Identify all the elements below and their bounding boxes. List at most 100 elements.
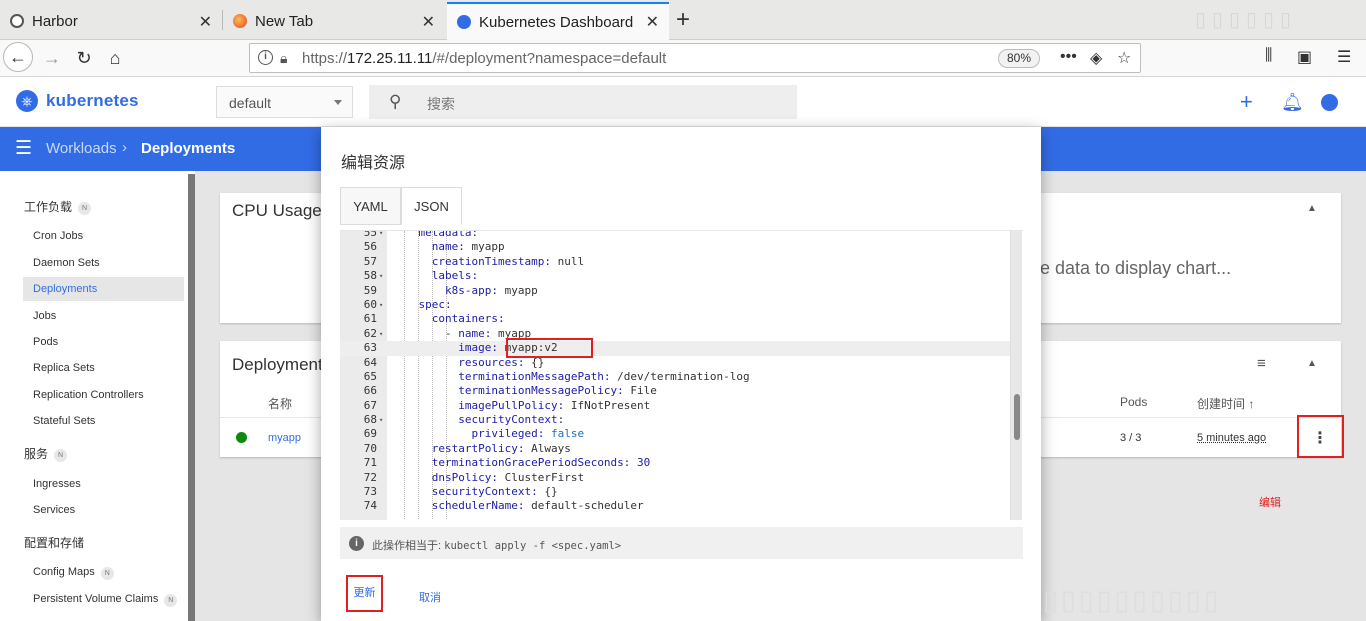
column-header-name[interactable]: 名称: [268, 395, 292, 412]
collapse-icon[interactable]: ▲: [1307, 358, 1317, 369]
sidebar-item-ingresses[interactable]: Ingresses: [33, 478, 81, 490]
code-line[interactable]: 67 imagePullPolicy: IfNotPresent: [340, 399, 1010, 413]
back-button[interactable]: ←: [3, 42, 33, 72]
deployment-created-time: 5 minutes ago: [1197, 432, 1267, 444]
harbor-favicon-icon: [10, 14, 24, 28]
more-actions-icon[interactable]: ⋮: [1312, 428, 1328, 448]
code-line[interactable]: 58 ▾ labels:: [340, 269, 1010, 283]
code-line[interactable]: 63 image: myapp:v2: [340, 341, 1010, 356]
sidebar-item-replication-controllers[interactable]: Replication Controllers: [33, 389, 144, 401]
tab-new-tab[interactable]: New Tab ✕: [223, 4, 445, 38]
filter-icon[interactable]: ≡: [1257, 355, 1266, 372]
sidebar-item-stateful-sets[interactable]: Stateful Sets: [33, 415, 95, 427]
line-code: privileged: false: [471, 427, 585, 441]
code-line[interactable]: 73 securityContext: {}: [340, 485, 1010, 499]
code-line[interactable]: 68 ▾ securityContext:: [340, 413, 1010, 427]
editor-scrollbar[interactable]: [1010, 231, 1022, 520]
brand-name: kubernetes: [46, 91, 139, 110]
code-line[interactable]: 64 resources: {}: [340, 356, 1010, 370]
fold-toggle-icon[interactable]: ▾: [379, 231, 383, 240]
sidebar-scrollbar[interactable]: [188, 174, 195, 621]
reload-button[interactable]: ↻: [70, 44, 98, 72]
code-line[interactable]: 62 ▾ - name: myapp: [340, 327, 1010, 341]
scrollbar-thumb[interactable]: [1014, 394, 1020, 440]
pocket-icon[interactable]: ◈: [1090, 48, 1102, 68]
sidebar-item-replica-sets[interactable]: Replica Sets: [33, 362, 95, 374]
code-line[interactable]: 66 terminationMessagePolicy: File: [340, 384, 1010, 398]
code-line[interactable]: 56 name: myapp: [340, 240, 1010, 254]
search-input[interactable]: ⚲ 搜索: [369, 85, 797, 119]
sidebar-toggle-icon[interactable]: ▣: [1297, 47, 1312, 67]
info-text: 此操作相当于: kubectl apply -f <spec.yaml>: [372, 540, 622, 552]
tab-yaml[interactable]: YAML: [340, 187, 401, 225]
address-bar[interactable]: i 🔒︎ https://172.25.11.11/#/deployment?n…: [249, 43, 1141, 73]
url-text[interactable]: https://172.25.11.11/#/deployment?namesp…: [302, 50, 666, 67]
line-code: name: myapp: [431, 240, 505, 254]
edit-annotation: 编辑: [1259, 497, 1281, 509]
tab-kubernetes-dashboard[interactable]: Kubernetes Dashboard ✕: [447, 2, 669, 40]
code-line[interactable]: 55 ▾ metadata:: [340, 230, 1010, 240]
sidebar-item-pods[interactable]: Pods: [33, 336, 58, 348]
code-line[interactable]: 71 terminationGracePeriodSeconds: 30: [340, 456, 1010, 470]
close-tab-icon[interactable]: ✕: [422, 12, 435, 32]
code-editor[interactable]: 55 ▾ metadata: 56 name: myapp 57 creationTi…: [340, 230, 1023, 520]
menu-icon[interactable]: ☰: [1337, 47, 1351, 67]
cpu-usage-title: CPU Usage: [232, 201, 322, 220]
fold-toggle-icon[interactable]: ▾: [379, 298, 383, 312]
insecure-lock-icon[interactable]: 🔒︎: [280, 50, 287, 67]
deployment-name-link[interactable]: myapp: [268, 432, 301, 444]
kubernetes-logo[interactable]: ⎈ kubernetes: [16, 90, 139, 112]
collapse-icon[interactable]: ▲: [1307, 203, 1317, 214]
code-line[interactable]: 72 dnsPolicy: ClusterFirst: [340, 471, 1010, 485]
line-number: 56: [363, 240, 377, 254]
code-line[interactable]: 69 privileged: false: [340, 427, 1010, 441]
code-line[interactable]: 57 creationTimestamp: null: [340, 255, 1010, 269]
fold-toggle-icon[interactable]: ▾: [379, 327, 383, 341]
sidebar-section-workloads[interactable]: 工作负载 N: [24, 198, 92, 215]
sidebar-item-config-maps[interactable]: Config Maps N: [33, 566, 114, 580]
tab-harbor[interactable]: Harbor ✕: [0, 4, 222, 38]
code-line[interactable]: 61 containers:: [340, 312, 1010, 326]
bookmark-star-icon[interactable]: ☆: [1117, 48, 1131, 68]
line-number: 62: [363, 326, 377, 340]
account-icon[interactable]: [1321, 94, 1338, 111]
close-tab-icon[interactable]: ✕: [199, 12, 212, 32]
code-line[interactable]: 60 ▾ spec:: [340, 298, 1010, 312]
sidebar-item-cron-jobs[interactable]: Cron Jobs: [33, 230, 83, 242]
fold-toggle-icon[interactable]: ▾: [379, 413, 383, 427]
new-tab-button[interactable]: +: [676, 6, 690, 34]
close-tab-icon[interactable]: ✕: [646, 12, 659, 32]
code-line[interactable]: 59 k8s-app: myapp: [340, 284, 1010, 298]
sidebar-item-deployments[interactable]: Deployments: [33, 283, 97, 295]
sidebar-section-config-storage[interactable]: 配置和存储: [24, 534, 84, 551]
code-line[interactable]: 74 schedulerName: default-scheduler: [340, 499, 1010, 513]
hamburger-menu-icon[interactable]: ☰: [15, 137, 32, 160]
home-button[interactable]: ⌂: [101, 44, 129, 72]
forward-button[interactable]: →: [38, 44, 66, 72]
tab-json[interactable]: JSON: [401, 187, 462, 225]
line-number: 55: [363, 230, 377, 239]
sidebar-item-services[interactable]: Services: [33, 504, 75, 516]
cancel-button[interactable]: 取消: [419, 589, 441, 605]
line-number: 59: [363, 283, 377, 297]
breadcrumb-workloads[interactable]: Workloads: [46, 140, 117, 157]
create-plus-icon[interactable]: +: [1240, 89, 1253, 115]
zoom-indicator[interactable]: 80%: [998, 49, 1041, 68]
code-line[interactable]: 70 restartPolicy: Always: [340, 442, 1010, 456]
library-icon[interactable]: ⫼: [1265, 47, 1272, 65]
namespace-select[interactable]: default: [216, 86, 353, 118]
sidebar-item-persistent-volume-claims[interactable]: Persistent Volume Claims N: [33, 593, 178, 607]
sidebar-item-daemon-sets[interactable]: Daemon Sets: [33, 257, 100, 269]
deployments-title: Deployments: [232, 355, 332, 374]
sidebar-section-services[interactable]: 服务 N: [24, 445, 68, 462]
line-number: 73: [363, 485, 377, 499]
notifications-bell-icon[interactable]: 🔔︎: [1281, 92, 1304, 113]
site-info-icon[interactable]: i: [258, 50, 273, 65]
fold-toggle-icon[interactable]: ▾: [379, 269, 383, 283]
line-code: labels:: [431, 269, 479, 283]
code-line[interactable]: 65 terminationMessagePath: /dev/terminat…: [340, 370, 1010, 384]
column-header-created[interactable]: 创建时间 ↑: [1197, 395, 1254, 412]
update-button[interactable]: 更新: [346, 575, 383, 612]
sidebar-item-jobs[interactable]: Jobs: [33, 310, 56, 322]
page-actions-icon[interactable]: •••: [1060, 48, 1077, 66]
